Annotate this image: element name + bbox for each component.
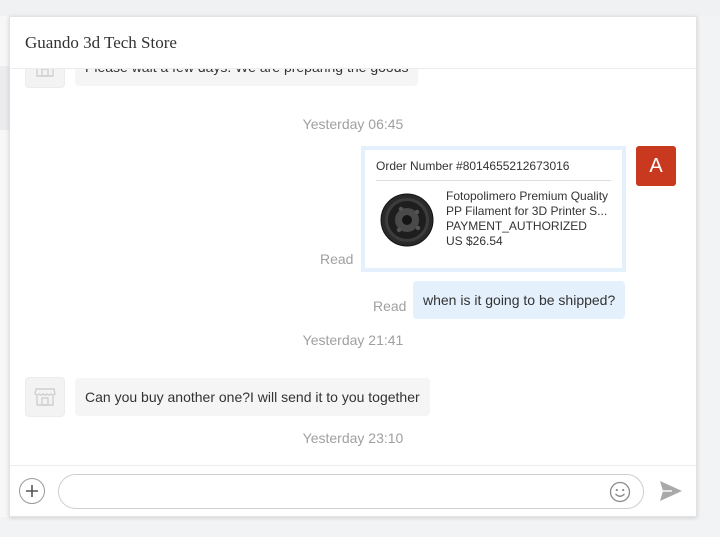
user-avatar: A: [636, 146, 676, 186]
add-attachment-button[interactable]: [19, 478, 45, 504]
incoming-message-bubble: Can you buy another one?I will send it t…: [75, 378, 430, 416]
order-card-divider: [376, 180, 611, 181]
storefront-icon: [36, 68, 54, 77]
plus-icon: [26, 485, 38, 497]
message-timestamp: Yesterday 06:45: [302, 116, 404, 132]
order-status: PAYMENT_AUTHORIZED: [446, 219, 587, 233]
chat-title: Guando 3d Tech Store: [25, 33, 177, 52]
store-avatar: [25, 68, 65, 88]
left-panel-highlight: [0, 66, 9, 130]
order-number: Order Number #8014655212673016: [376, 159, 570, 173]
filament-spool-image: [380, 193, 434, 247]
message-input-container: [58, 474, 644, 509]
page-background-bottom: [0, 517, 720, 537]
message-input[interactable]: [73, 481, 607, 504]
order-price: US $26.54: [446, 234, 503, 248]
outgoing-message-bubble: when is it going to be shipped?: [413, 281, 626, 319]
message-list[interactable]: Please wait a few days. We are preparing…: [10, 68, 696, 465]
read-receipt: Read: [320, 251, 354, 267]
order-info: Fotopolimero Premium Quality PP Filament…: [446, 189, 616, 249]
smiley-icon[interactable]: [609, 481, 631, 503]
storefront-icon: [34, 388, 56, 406]
store-avatar: [25, 377, 65, 417]
chat-window: Guando 3d Tech Store Please wait a few d…: [9, 16, 697, 517]
message-timestamp: Yesterday 21:41: [302, 332, 404, 348]
message-timestamp: Yesterday 23:10: [302, 430, 404, 446]
page-background-top: [0, 0, 720, 16]
product-title: Fotopolimero Premium Quality PP Filament…: [446, 189, 609, 218]
send-button[interactable]: [658, 479, 684, 503]
chat-header: Guando 3d Tech Store: [10, 17, 696, 69]
read-receipt: Read: [373, 298, 407, 314]
paper-plane-icon: [660, 481, 682, 501]
input-bar: [10, 465, 696, 516]
incoming-message-bubble: Please wait a few days. We are preparing…: [75, 68, 419, 86]
order-card[interactable]: Order Number #8014655212673016 Fotopolim…: [361, 146, 626, 272]
